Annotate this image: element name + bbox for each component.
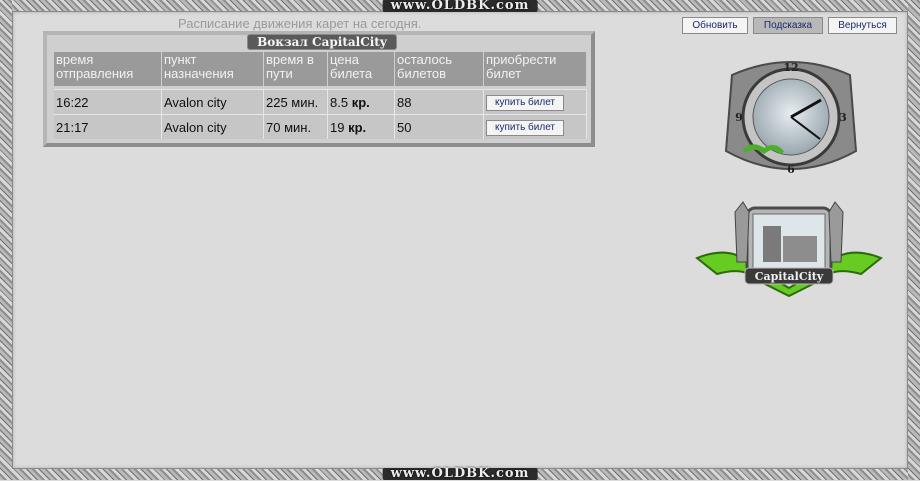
table-row: 21:17 Avalon city 70 мин. 19 кр. 50 купи… [54,114,587,139]
crest-tower [763,226,781,262]
clock-numeral-12: 12 [783,61,798,74]
cell-price: 8.5 кр. [327,89,395,115]
buy-ticket-button[interactable]: купить билет [486,119,565,136]
hint-button[interactable]: Подсказка [753,17,823,34]
schedule-table: время отправления пункт назначения время… [54,52,587,139]
cell-buy: купить билет [483,89,587,115]
price-unit: кр. [351,94,370,110]
cell-tickets-left: 88 [394,89,484,115]
site-banner-top: www.OLDBK.com [382,0,538,12]
cell-price: 19 кр. [327,114,395,139]
capitalcity-crest-icon: CapitalCity [695,201,883,298]
header-price: цена билета [327,52,395,86]
station-title: Вокзал CapitalCity [248,35,396,49]
frame-left-border [0,0,12,480]
clock-numeral-9: 9 [735,111,743,124]
price-value: 19 [330,119,345,135]
cell-duration: 225 мин. [263,89,328,115]
site-banner-bottom: www.OLDBK.com [382,467,538,480]
schedule-panel: Вокзал CapitalCity время отправления пун… [43,31,595,147]
crest-castle-wall [783,236,817,262]
buy-ticket-button[interactable]: купить билет [486,94,565,111]
frame-right-border [908,0,920,480]
header-destination: пункт назначения [161,52,264,86]
cell-destination: Avalon city [161,89,264,115]
cell-duration: 70 мин. [263,114,328,139]
clock-icon: 12 3 6 9 [724,61,858,176]
table-row: 16:22 Avalon city 225 мин. 8.5 кр. 88 ку… [54,89,587,115]
refresh-button[interactable]: Обновить [682,17,748,34]
cell-departure: 16:22 [54,89,162,115]
price-value: 8.5 [330,94,349,110]
clock-numeral-6: 6 [787,163,795,176]
cell-buy: купить билет [483,114,587,139]
header-duration: время в пути [263,52,328,86]
crest-label: CapitalCity [755,270,824,283]
header-buy: приобрести билет [483,52,587,86]
crest-right-knight [828,201,844,263]
price-unit: кр. [348,119,367,135]
clock-numeral-3: 3 [839,111,847,124]
schedule-caption: Расписание движения карет на сегодня. [178,16,422,31]
table-header-row: время отправления пункт назначения время… [54,52,587,86]
cell-tickets-left: 50 [394,114,484,139]
crest-left-knight [734,201,750,263]
back-button[interactable]: Вернуться [828,17,897,34]
cell-departure: 21:17 [54,114,162,139]
cell-destination: Avalon city [161,114,264,139]
header-departure: время отправления [54,52,162,86]
header-tickets-left: осталось билетов [394,52,484,86]
